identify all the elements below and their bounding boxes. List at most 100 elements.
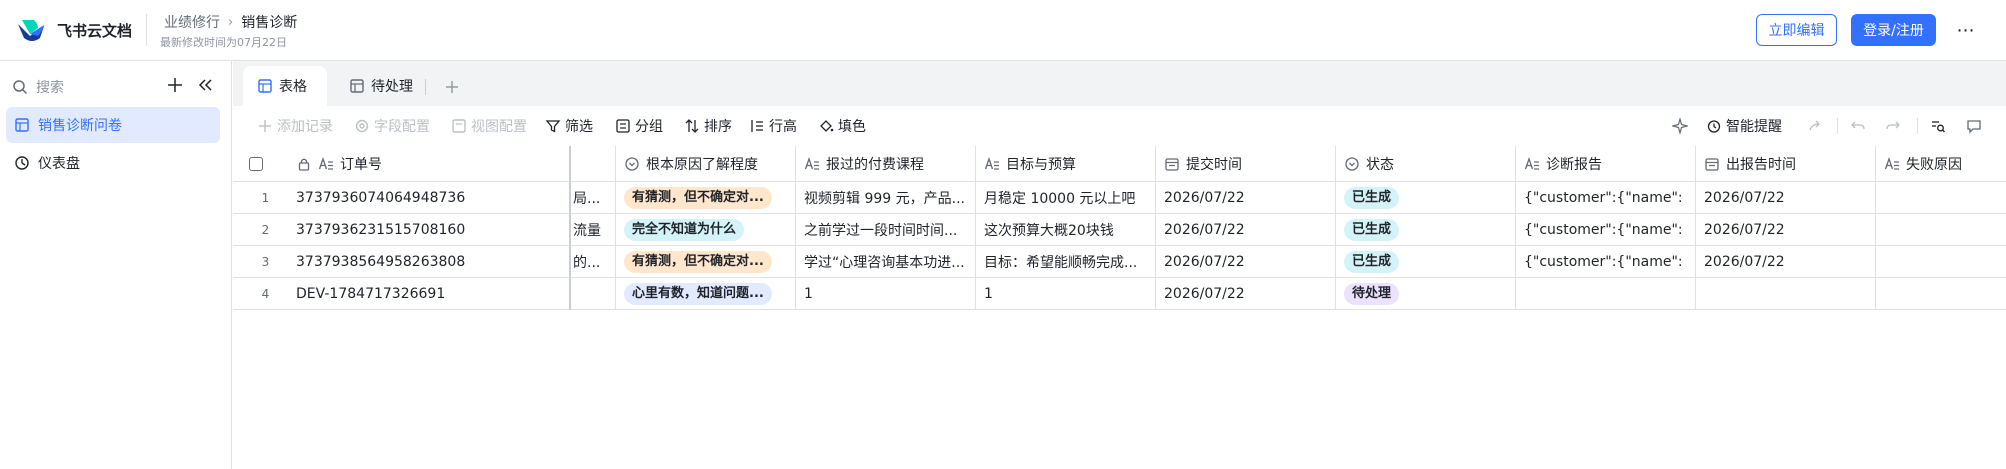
cause-cell[interactable]: 完全不知道为什么 — [616, 214, 796, 245]
course-text: 学过“心理咨询基本功进... — [804, 254, 964, 271]
report-cell[interactable]: {"customer":{"name":"... — [1516, 246, 1696, 277]
submit-time-cell[interactable]: 2026/07/22 — [1156, 182, 1336, 213]
add-icon[interactable] — [166, 76, 184, 94]
view-config-button[interactable]: 视图配置 — [451, 106, 527, 146]
frozen-column-divider[interactable] — [569, 146, 571, 310]
report-cell[interactable]: {"customer":{"name":"... — [1516, 214, 1696, 245]
fill-color-button[interactable]: 填色 — [818, 106, 866, 146]
field-config-button[interactable]: 字段配置 — [354, 106, 430, 146]
fail-reason-cell[interactable] — [1876, 246, 2006, 277]
breadcrumb-parent[interactable]: 业绩修行 — [164, 12, 220, 32]
cause-cell[interactable]: 有猜测，但不确定对... — [616, 182, 796, 213]
ai-sparkle-icon[interactable] — [1672, 118, 1688, 134]
group-button[interactable]: 分组 — [615, 106, 663, 146]
report-time-cell[interactable]: 2026/07/22 — [1696, 182, 1876, 213]
column-header-submit-time[interactable]: 提交时间 — [1156, 146, 1336, 181]
report-cell[interactable]: {"customer":{"name":"... — [1516, 182, 1696, 213]
fail-reason-cell[interactable] — [1876, 214, 2006, 245]
row-height-icon — [751, 120, 763, 132]
report-time-cell[interactable] — [1696, 278, 1876, 309]
sidebar-item-sales-diagnosis[interactable]: 销售诊断问卷 — [6, 107, 220, 143]
search-records-icon[interactable] — [1930, 118, 1946, 134]
plus-icon — [259, 120, 271, 132]
column-header-order[interactable]: 订单号 — [288, 146, 569, 181]
status-cell[interactable]: 已生成 — [1336, 246, 1516, 277]
cause-tag: 完全不知道为什么 — [624, 218, 745, 241]
hidden-column-cell[interactable] — [571, 278, 616, 309]
collapse-sidebar-icon[interactable] — [196, 76, 214, 94]
select-all-cell[interactable] — [233, 146, 263, 181]
column-header-course[interactable]: 报过的付费课程 — [796, 146, 976, 181]
cause-cell[interactable]: 心里有数，知道问题... — [616, 278, 796, 309]
view-settings-icon — [452, 119, 466, 133]
goal-cell[interactable]: 月稳定 10000 元以上吧 — [976, 182, 1156, 213]
tab-label: 待处理 — [371, 79, 413, 95]
comment-icon[interactable] — [1966, 118, 1982, 134]
single-select-icon — [625, 156, 639, 171]
course-cell[interactable]: 学过“心理咨询基本功进... — [796, 246, 976, 277]
sort-button[interactable]: 排序 — [684, 106, 732, 146]
row-height-label: 行高 — [769, 119, 797, 135]
filter-button[interactable]: 筛选 — [545, 106, 593, 146]
cause-tag: 心里有数，知道问题... — [624, 282, 772, 305]
hidden-column-cell[interactable]: 局... — [571, 182, 616, 213]
table-header-row: 订单号 根本原因了解程度 报过的付费课程 目标与预算 提交时间 状态 诊断报告 — [233, 146, 2006, 182]
hidden-column-cell[interactable]: 的... — [571, 246, 616, 277]
feishu-logo-icon — [18, 20, 44, 41]
tab-label: 表格 — [279, 79, 307, 95]
column-header-status[interactable]: 状态 — [1336, 146, 1516, 181]
status-cell[interactable]: 已生成 — [1336, 214, 1516, 245]
add-record-button[interactable]: 添加记录 — [257, 106, 333, 146]
column-header-goal[interactable]: 目标与预算 — [976, 146, 1156, 181]
column-header-label: 出报告时间 — [1726, 156, 1796, 173]
sidebar-item-dashboard[interactable]: 仪表盘 — [6, 145, 220, 181]
column-header-cause[interactable]: 根本原因了解程度 — [616, 146, 796, 181]
order-cell[interactable]: 3737936231515708160 — [288, 214, 569, 245]
select-all-checkbox[interactable] — [249, 156, 263, 171]
add-view-icon[interactable] — [443, 78, 461, 96]
column-header-label: 根本原因了解程度 — [646, 156, 758, 173]
course-text: 1 — [804, 285, 813, 302]
order-cell[interactable]: 3737936074064948736 — [288, 182, 569, 213]
table-row[interactable]: 3 3737938564958263808 的... 有猜测，但不确定对... … — [233, 246, 2006, 278]
redo-icon[interactable] — [1885, 118, 1901, 134]
tab-grid-view[interactable]: 表格 — [243, 66, 327, 106]
course-cell[interactable]: 1 — [796, 278, 976, 309]
fail-reason-cell[interactable] — [1876, 278, 2006, 309]
edit-now-button[interactable]: 立即编辑 — [1756, 14, 1837, 46]
sidebar-search[interactable]: 搜索 — [12, 73, 222, 101]
table-icon — [15, 118, 29, 132]
row-height-button[interactable]: 行高 — [749, 106, 797, 146]
submit-time-cell[interactable]: 2026/07/22 — [1156, 246, 1336, 277]
column-header-fail-reason[interactable]: 失败原因 — [1876, 146, 2006, 181]
tab-pending[interactable]: 待处理 — [345, 66, 445, 106]
hidden-column-cell[interactable]: 流量 — [571, 214, 616, 245]
status-cell[interactable]: 待处理 — [1336, 278, 1516, 309]
share-icon[interactable] — [1807, 118, 1823, 134]
goal-cell[interactable]: 1 — [976, 278, 1156, 309]
login-register-button[interactable]: 登录/注册 — [1851, 14, 1936, 46]
report-text: {"customer":{"name":"... — [1524, 221, 1684, 238]
smart-reminder-button[interactable]: 智能提醒 — [1706, 106, 1782, 146]
goal-cell[interactable]: 这次预算大概20块钱 — [976, 214, 1156, 245]
order-cell[interactable]: DEV-1784717326691 — [288, 278, 569, 309]
status-cell[interactable]: 已生成 — [1336, 182, 1516, 213]
more-options-icon[interactable]: ⋯ — [1952, 14, 1980, 46]
order-cell[interactable]: 3737938564958263808 — [288, 246, 569, 277]
column-header-report[interactable]: 诊断报告 — [1516, 146, 1696, 181]
submit-time-cell[interactable]: 2026/07/22 — [1156, 278, 1336, 309]
table-row[interactable]: 1 3737936074064948736 局... 有猜测，但不确定对... … — [233, 182, 2006, 214]
report-cell[interactable] — [1516, 278, 1696, 309]
cause-cell[interactable]: 有猜测，但不确定对... — [616, 246, 796, 277]
fail-reason-cell[interactable] — [1876, 182, 2006, 213]
table-row[interactable]: 2 3737936231515708160 流量 完全不知道为什么 之前学过一段… — [233, 214, 2006, 246]
table-row[interactable]: 4 DEV-1784717326691 心里有数，知道问题... 1 1 202… — [233, 278, 2006, 310]
goal-cell[interactable]: 目标：希望能顺畅完成... — [976, 246, 1156, 277]
report-time-cell[interactable]: 2026/07/22 — [1696, 214, 1876, 245]
undo-icon[interactable] — [1850, 118, 1866, 134]
course-cell[interactable]: 视频剪辑 999 元，产品... — [796, 182, 976, 213]
report-time-cell[interactable]: 2026/07/22 — [1696, 246, 1876, 277]
course-cell[interactable]: 之前学过一段时间时间... — [796, 214, 976, 245]
submit-time-cell[interactable]: 2026/07/22 — [1156, 214, 1336, 245]
column-header-report-time[interactable]: 出报告时间 — [1696, 146, 1876, 181]
